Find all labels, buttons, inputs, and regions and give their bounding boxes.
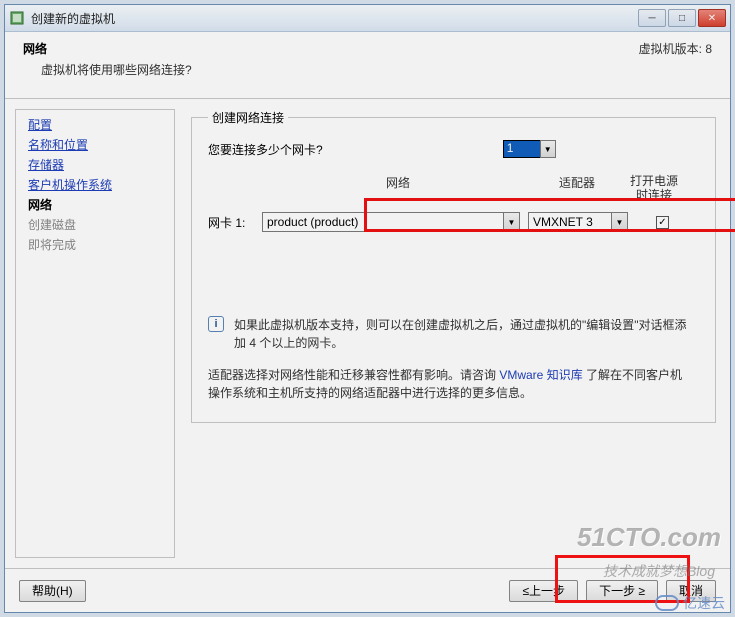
col-connect-on-power: 打开电源时连接 (626, 174, 682, 202)
nic-1-adapter-value: VMXNET 3 (533, 215, 593, 229)
nic-1-network-select[interactable]: product (product) ▼ (262, 212, 520, 232)
step-name-location[interactable]: 名称和位置 (28, 136, 162, 153)
nic-1-connect-checkbox[interactable]: ✓ (656, 216, 669, 229)
minimize-button[interactable]: ─ (638, 9, 666, 27)
vmware-kb-link[interactable]: VMware 知识库 (499, 368, 582, 382)
nic-1-row: 网卡 1: product (product) ▼ VMXNET 3 ▼ ✓ (208, 208, 699, 236)
app-icon (9, 10, 25, 26)
titlebar: 创建新的虚拟机 ─ □ ✕ (5, 5, 730, 32)
nic-count-select-value[interactable]: 1 (503, 140, 541, 158)
step-ready-complete: 即将完成 (28, 236, 162, 253)
nic-1-network-value: product (product) (267, 215, 358, 229)
wizard-header: 网络 虚拟机将使用哪些网络连接? 虚拟机版本: 8 (5, 32, 730, 99)
step-network: 网络 (28, 196, 162, 213)
network-connection-group: 创建网络连接 您要连接多少个网卡? 1 ▼ 网络 适配器 打开电源时连接 网卡 … (191, 109, 716, 423)
page-subtitle: 虚拟机将使用哪些网络连接? (41, 61, 712, 78)
nic-count-question: 您要连接多少个网卡? (208, 141, 323, 158)
wizard-main: 创建网络连接 您要连接多少个网卡? 1 ▼ 网络 适配器 打开电源时连接 网卡 … (175, 109, 716, 558)
info-text-1: 如果此虚拟机版本支持，则可以在创建虚拟机之后，通过虚拟机的"编辑设置"对话框添加… (234, 316, 693, 352)
group-legend: 创建网络连接 (208, 109, 288, 126)
info-note-2: 适配器选择对网络性能和迁移兼容性都有影响。请咨询 VMware 知识库 了解在不… (208, 366, 699, 402)
help-button[interactable]: 帮助(H) (19, 580, 86, 602)
info-text-2a: 适配器选择对网络性能和迁移兼容性都有影响。请咨询 (208, 368, 499, 382)
next-button[interactable]: 下一步 ≥ (586, 580, 658, 602)
nic-column-headers: 网络 适配器 打开电源时连接 (208, 174, 699, 202)
window-title: 创建新的虚拟机 (31, 10, 638, 27)
col-network: 网络 (268, 174, 528, 202)
watermark-slogan: 技术成就梦想Blog (603, 561, 715, 581)
close-button[interactable]: ✕ (698, 9, 726, 27)
chevron-down-icon: ▼ (503, 213, 519, 231)
nic-count-row: 您要连接多少个网卡? 1 ▼ (208, 140, 699, 158)
info-icon: i (208, 316, 224, 332)
vm-version-label: 虚拟机版本: 8 (639, 40, 712, 57)
nic-1-adapter-select[interactable]: VMXNET 3 ▼ (528, 212, 628, 232)
window-controls: ─ □ ✕ (638, 9, 726, 27)
nic-count-dropdown-button[interactable]: ▼ (540, 140, 556, 158)
step-storage[interactable]: 存储器 (28, 156, 162, 173)
step-configuration[interactable]: 配置 (28, 116, 162, 133)
watermark-51cto: 51CTO.com (577, 522, 721, 553)
chevron-down-icon: ▼ (611, 213, 627, 231)
col-adapter: 适配器 (528, 174, 626, 202)
back-button[interactable]: ≤上一步 (509, 580, 578, 602)
watermark-yisu: 亿速云 (655, 593, 725, 613)
cloud-icon (655, 595, 679, 611)
wizard-steps-sidebar: 配置 名称和位置 存储器 客户机操作系统 网络 创建磁盘 即将完成 (15, 109, 175, 558)
step-guest-os[interactable]: 客户机操作系统 (28, 176, 162, 193)
info-note-1: i 如果此虚拟机版本支持，则可以在创建虚拟机之后，通过虚拟机的"编辑设置"对话框… (208, 316, 699, 352)
nic-1-label: 网卡 1: (208, 214, 262, 231)
page-title: 网络 (23, 40, 712, 57)
step-create-disk: 创建磁盘 (28, 216, 162, 233)
wizard-body: 配置 名称和位置 存储器 客户机操作系统 网络 创建磁盘 即将完成 创建网络连接… (5, 99, 730, 568)
maximize-button[interactable]: □ (668, 9, 696, 27)
